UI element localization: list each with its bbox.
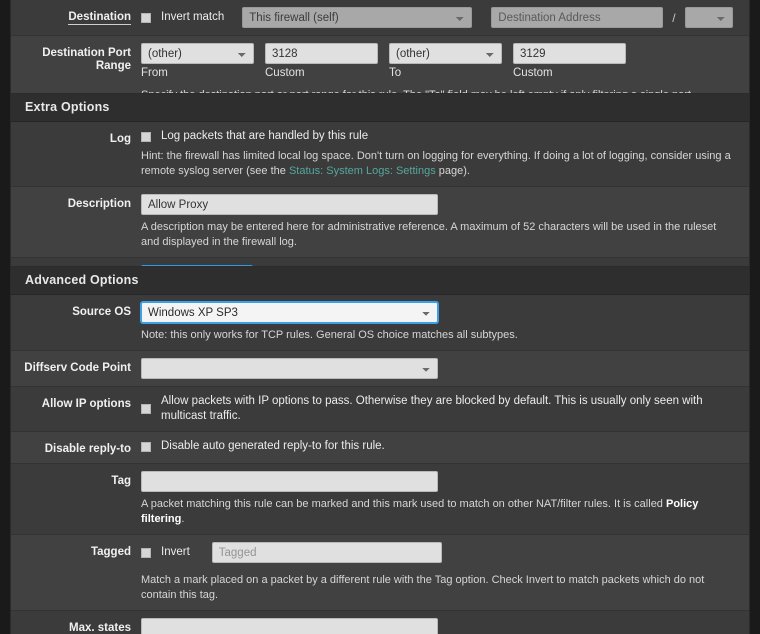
allow-ip-options-row: Allow IP options Allow packets with IP o… [11,387,749,432]
tag-help-before: A packet matching this rule can be marke… [141,498,666,510]
source-os-select[interactable]: Windows XP SP3 [141,302,438,323]
description-input[interactable] [141,194,438,215]
destination-controls: Invert match This firewall (self) / [141,7,739,28]
destination-row: Destination Invert match This firewall (… [11,0,749,36]
destination-label: Destination [68,11,131,25]
destination-invert-label: Invert match [161,11,225,23]
description-fields: A description may be entered here for ad… [141,194,739,250]
allow-ip-options-checkbox[interactable] [141,404,151,414]
port-to-select[interactable]: (other) [389,43,502,64]
destination-mask-select[interactable] [684,7,733,28]
destination-address-input[interactable] [491,7,664,28]
tag-help: A packet matching this rule can be marke… [141,497,739,527]
destination-slash: / [672,10,676,25]
source-os-row: Source OS Windows XP SP3 Note: this only… [11,295,749,351]
tagged-help: Match a mark placed on a packet by a dif… [141,574,705,601]
tagged-invert-label: Invert [161,546,190,558]
disable-reply-to-label: Disable reply-to [44,443,131,455]
tagged-invert-checkbox[interactable] [141,547,151,558]
disable-reply-to-checkbox[interactable] [141,441,151,452]
port-from-select[interactable]: (other) [141,43,254,64]
port-to-column: (other) To [389,43,502,79]
destination-fields: Invert match This firewall (self) / [141,7,739,28]
tagged-label: Tagged [90,546,131,558]
tag-row: Tag A packet matching this rule can be m… [11,464,749,535]
diffserv-label: Diffserv Code Point [24,362,131,374]
log-help-after: page). [435,165,470,177]
max-states-input[interactable] [141,618,438,634]
port-to-sublabel: To [389,67,402,79]
destination-type-select[interactable]: This firewall (self) [242,7,473,28]
max-states-fields: Maximum state entries this rule can crea… [141,618,739,634]
extra-options-title: Extra Options [11,94,749,122]
port-from-custom-input[interactable] [265,43,378,64]
port-from-column: (other) From [141,43,254,79]
log-row: Log Log packets that are handled by this… [11,122,749,187]
log-fields: Log packets that are handled by this rul… [141,129,739,179]
description-row: Description A description may be entered… [11,187,749,258]
source-os-help: Note: this only works for TCP rules. Gen… [141,329,518,341]
max-states-label: Max. states [68,622,131,634]
port-to-custom-sublabel: Custom [513,67,553,79]
disable-reply-to-checkbox-group: Disable auto generated reply-to for this… [141,439,739,454]
log-label: Log [109,133,131,145]
tag-fields: A packet matching this rule can be marke… [141,471,739,527]
allow-ip-options-checkbox-group: Allow packets with IP options to pass. O… [141,394,739,424]
diffserv-select[interactable] [141,358,438,379]
port-from-sublabel: From [141,67,168,79]
source-os-fields: Windows XP SP3 Note: this only works for… [141,302,739,343]
allow-ip-options-fields: Allow packets with IP options to pass. O… [141,394,739,424]
allow-ip-options-checkbox-label: Allow packets with IP options to pass. O… [161,395,703,422]
port-from-custom-sublabel: Custom [265,67,305,79]
tag-help-after: . [181,513,185,525]
disable-reply-to-fields: Disable auto generated reply-to for this… [141,439,739,454]
max-states-row: Max. states Maximum state entries this r… [11,611,749,634]
port-range-grid: (other) From Custom (other) To Custom [141,43,739,79]
advanced-options-panel: Advanced Options Source OS Windows XP SP… [10,266,750,634]
log-checkbox[interactable] [141,131,151,142]
port-to-custom-column: Custom [513,43,626,79]
log-help: Hint: the firewall has limited local log… [141,149,739,179]
log-checkbox-label: Log packets that are handled by this rul… [161,130,369,142]
tagged-input[interactable] [211,542,442,563]
description-help: A description may be entered here for ad… [141,221,717,248]
system-logs-settings-link[interactable]: Status: System Logs: Settings [289,165,436,177]
tagged-row: Tagged Invert Match a mark placed on a p… [11,535,749,611]
extra-options-panel: Extra Options Log Log packets that are h… [10,93,750,295]
destination-port-range-label: Destination Port Range [42,47,131,72]
description-label: Description [67,198,131,210]
destination-invert-checkbox[interactable] [141,12,151,23]
diffserv-fields [141,358,739,379]
tag-input[interactable] [141,471,438,492]
log-checkbox-group: Log packets that are handled by this rul… [141,129,739,144]
source-os-label: Source OS [72,306,131,318]
advanced-options-title: Advanced Options [11,267,749,295]
tagged-fields: Invert Match a mark placed on a packet b… [141,542,739,603]
port-to-custom-input[interactable] [513,43,626,64]
disable-reply-to-checkbox-label: Disable auto generated reply-to for this… [161,440,385,452]
port-from-custom-column: Custom [265,43,378,79]
allow-ip-options-label: Allow IP options [41,398,131,410]
tag-label: Tag [111,475,131,487]
disable-reply-to-row: Disable reply-to Disable auto generated … [11,432,749,464]
tagged-controls: Invert [141,542,739,563]
diffserv-row: Diffserv Code Point [11,351,749,387]
